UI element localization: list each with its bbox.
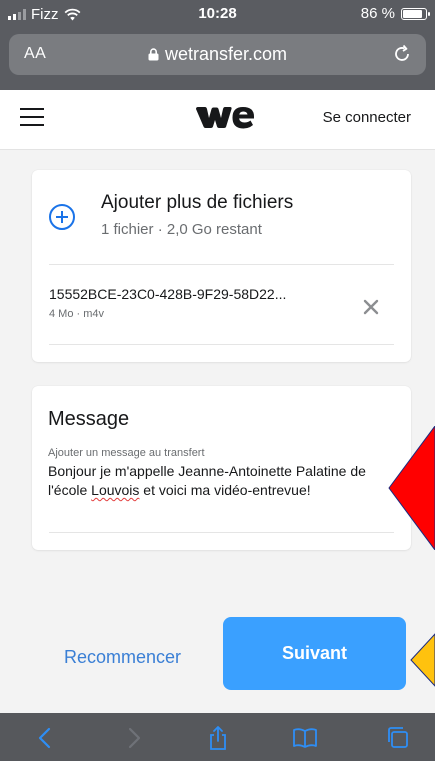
misspelled-word: Louvois [91, 482, 140, 498]
file-name: 15552BCE-23C0-428B-9F29-58D22... [49, 286, 287, 302]
back-icon[interactable] [33, 725, 59, 751]
bookmarks-icon[interactable] [292, 725, 318, 751]
url-field[interactable]: wetransfer.com [9, 44, 426, 65]
divider [49, 344, 394, 345]
tabs-icon[interactable] [385, 725, 411, 751]
app-header: Se connecter [0, 90, 435, 150]
add-files-subtitle: 1 fichier · 2,0 Go restant [101, 221, 262, 238]
battery-percent: 86 % [360, 5, 395, 22]
status-bar: Fizz 10:28 86 % [0, 0, 435, 28]
browser-chrome-top: Fizz 10:28 86 % AA wetransfer.com [0, 0, 435, 90]
message-card: Message Ajouter un message au transfert … [32, 386, 411, 550]
share-icon[interactable] [205, 725, 231, 751]
reload-icon[interactable] [392, 44, 412, 64]
url-text: wetransfer.com [164, 44, 288, 64]
red-arrow-annotation [388, 426, 435, 550]
signin-link[interactable]: Se connecter [323, 109, 411, 126]
yellow-arrow-annotation [410, 633, 435, 687]
forward-icon[interactable] [120, 725, 146, 751]
add-files-title[interactable]: Ajouter plus de fichiers [101, 192, 293, 214]
files-card: Ajouter plus de fichiers 1 fichier · 2,0… [32, 170, 411, 362]
browser-toolbar [0, 713, 435, 761]
restart-button[interactable]: Recommencer [64, 647, 181, 668]
add-circle-icon[interactable] [49, 204, 75, 230]
next-button[interactable]: Suivant [223, 617, 406, 690]
message-label: Ajouter un message au transfert [48, 447, 205, 459]
message-text-end: et voici ma vidéo-entrevue! [139, 482, 311, 498]
divider [49, 532, 394, 533]
menu-icon[interactable] [20, 108, 44, 126]
wetransfer-logo[interactable] [195, 103, 255, 131]
url-bar[interactable]: AA wetransfer.com [9, 34, 426, 75]
battery-icon [401, 7, 430, 20]
message-title: Message [48, 408, 130, 430]
status-right: 86 % [360, 5, 430, 22]
lock-icon [148, 48, 159, 61]
divider [49, 264, 394, 265]
message-textarea[interactable]: Bonjour je m'appelle Jeanne-Antoinette P… [48, 462, 398, 500]
file-meta: 4 Mo · m4v [49, 308, 105, 320]
close-icon[interactable] [363, 299, 379, 315]
